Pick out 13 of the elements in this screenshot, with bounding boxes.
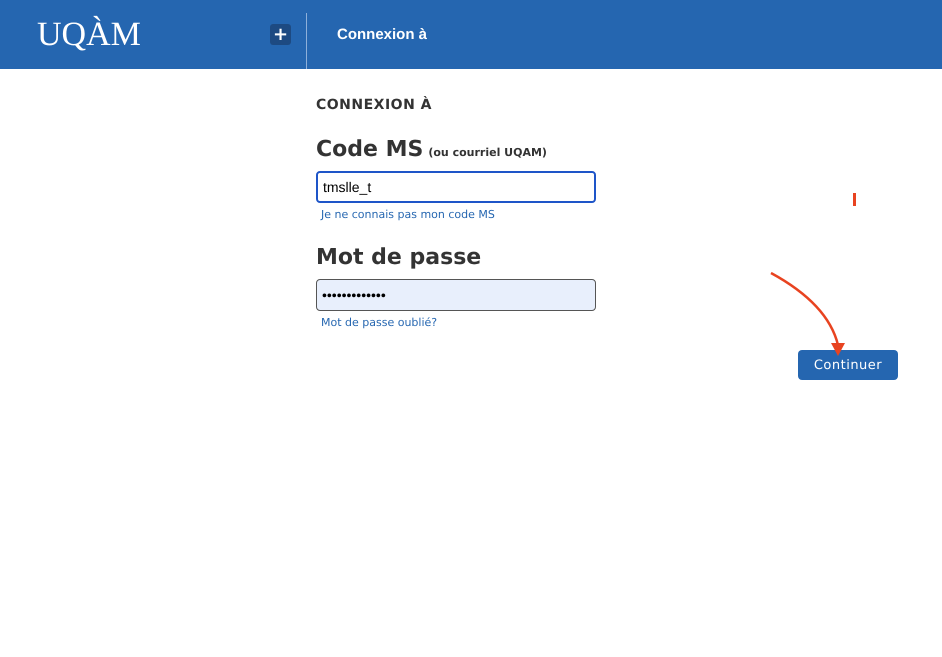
page-title: Connexion à — [337, 26, 428, 43]
menu-button[interactable]: + — [270, 24, 291, 45]
annotation-mark — [853, 193, 856, 206]
help-link[interactable]: Mot de passe oublié? — [321, 316, 438, 329]
section-heading: CONNEXION À — [316, 97, 434, 113]
continue-button[interactable]: Continuer — [798, 350, 898, 380]
username-field[interactable]: tmslle_t — [316, 171, 596, 203]
field-label: Code MS — [316, 137, 424, 162]
help-link[interactable]: Je ne connais pas mon code MS — [321, 208, 495, 221]
password-field[interactable]: ••••••••••••• — [316, 279, 596, 311]
uqam-logo: UQÀM — [37, 16, 142, 54]
field-label: Mot de passe — [316, 245, 482, 270]
field-note: (ou courriel UQAM) — [428, 146, 547, 159]
